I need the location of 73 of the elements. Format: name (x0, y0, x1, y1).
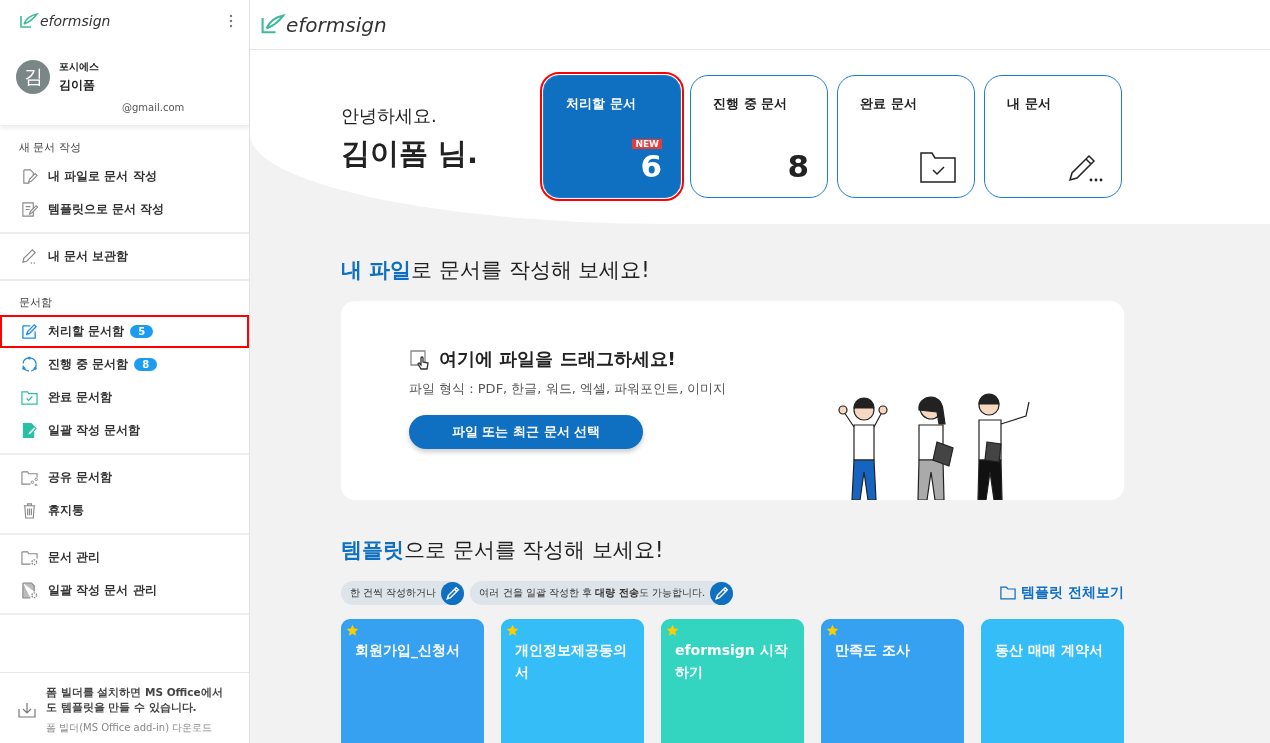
sidebar-item[interactable]: 내 파일로 문서 작성 (0, 160, 249, 193)
leaf-logo-icon (19, 13, 39, 29)
user-greeting-name: 김이폼 님. (341, 134, 480, 172)
star-icon (826, 624, 839, 637)
download-link[interactable]: 폼 빌더(MS Office add-in) 다운로드 (46, 721, 233, 735)
avatar: 김 (16, 60, 50, 94)
section-title: 새 문서 작성 (18, 140, 82, 156)
edit-icon[interactable] (441, 581, 465, 605)
form-builder-note: 폼 빌더를 설치하면 MS Office에서도 템플릿을 만들 수 있습니다. (46, 684, 224, 715)
leaf-logo-icon (260, 14, 286, 35)
greeting: 안녕하세요. (341, 103, 438, 128)
file-pen-icon (21, 168, 38, 185)
sidebar-item[interactable]: 일괄 작성 문서 관리 (0, 574, 249, 607)
folder-check-icon (920, 151, 956, 183)
card-title: 내 문서 (1007, 95, 1052, 113)
section-heading: 템플릿으로 문서를 작성해 보세요! (341, 537, 665, 564)
trash-icon (21, 502, 38, 519)
select-file-button[interactable]: 파일 또는 최근 문서 선택 (409, 415, 643, 449)
sidebar-item[interactable]: 공유 문서함 (0, 461, 249, 494)
company-name: 포시에스 (59, 60, 100, 74)
user-email: @gmail.com (122, 102, 185, 113)
logo-text: eformsign (40, 13, 111, 29)
download-icon (18, 700, 36, 719)
sidebar-item[interactable]: 템플릿으로 문서 작성 (0, 193, 249, 226)
drop-title: 여기에 파일을 드래그하세요! (439, 347, 676, 371)
hint-text: 여러 건을 일괄 작성한 후 대량 전송도 가능합니다. (479, 586, 706, 600)
file-drop-area[interactable]: 여기에 파일을 드래그하세요! 파일 형식 : PDF, 한글, 워드, 엑셀, 파워포인트, 이미지 파일 또는 최근 문서 선택 (341, 301, 1124, 500)
template-title: 만족도 조사 (835, 642, 910, 658)
folder-gear-icon (21, 549, 38, 566)
document-pen-icon (21, 422, 38, 439)
document-pen-icon (21, 201, 38, 218)
template-title: 개인정보제공동의서 (515, 642, 627, 681)
section-title: 문서함 (18, 295, 53, 311)
logo-text: eformsign (286, 12, 387, 37)
star-icon (346, 624, 359, 637)
sidebar-item[interactable]: 완료 문서함 (0, 381, 249, 414)
template-title: 동산 매매 계약서 (995, 642, 1103, 658)
hint-text: 한 건씩 작성하거나 (350, 586, 437, 600)
folder-icon (1000, 586, 1017, 600)
new-badge: NEW (632, 138, 662, 149)
count-badge: 8 (134, 358, 158, 371)
template-title: 회원가입_신청서 (355, 642, 460, 658)
more-menu-icon[interactable] (229, 14, 233, 28)
user-name: 김이폼 (59, 77, 96, 94)
star-icon (666, 624, 679, 637)
template-title: eformsign 시작하기 (675, 642, 788, 681)
section-heading: 내 파일로 문서를 작성해 보세요! (341, 257, 651, 284)
sidebar-item[interactable]: 진행 중 문서함 8 (0, 348, 249, 381)
cycle-icon (21, 356, 38, 373)
star-icon (506, 624, 519, 637)
card-title: 완료 문서 (860, 95, 918, 113)
sidebar-item[interactable]: 휴지통 (0, 494, 249, 527)
sidebar-item[interactable]: 내 문서 보관함 (0, 240, 249, 273)
summary-card[interactable]: 완료 문서 (837, 75, 975, 198)
view-all-templates-link[interactable]: 템플릿 전체보기 (1000, 584, 1124, 602)
summary-card[interactable]: 진행 중 문서 8 (690, 75, 828, 198)
summary-card[interactable]: 내 문서 (984, 75, 1122, 198)
pencil-icon (21, 248, 38, 265)
document-count: 8 (787, 148, 809, 183)
edit-icon (21, 323, 38, 340)
document-gear-icon (21, 582, 38, 599)
sidebar-item[interactable]: 문서 관리 (0, 541, 249, 574)
sidebar-item[interactable]: 일괄 작성 문서함 (0, 414, 249, 447)
folder-check-icon (21, 389, 38, 406)
card-title: 처리할 문서 (566, 95, 637, 113)
summary-card[interactable]: 처리할 문서 NEW 6 (543, 75, 681, 198)
card-title: 진행 중 문서 (713, 95, 789, 113)
document-count: 6 (640, 148, 662, 183)
sidebar-item[interactable]: 처리할 문서함 5 (0, 315, 249, 348)
file-formats: 파일 형식 : PDF, 한글, 워드, 엑셀, 파워포인트, 이미지 (409, 380, 727, 398)
count-badge: 5 (130, 325, 154, 338)
folder-share-icon (21, 469, 38, 486)
edit-icon[interactable] (710, 581, 734, 605)
